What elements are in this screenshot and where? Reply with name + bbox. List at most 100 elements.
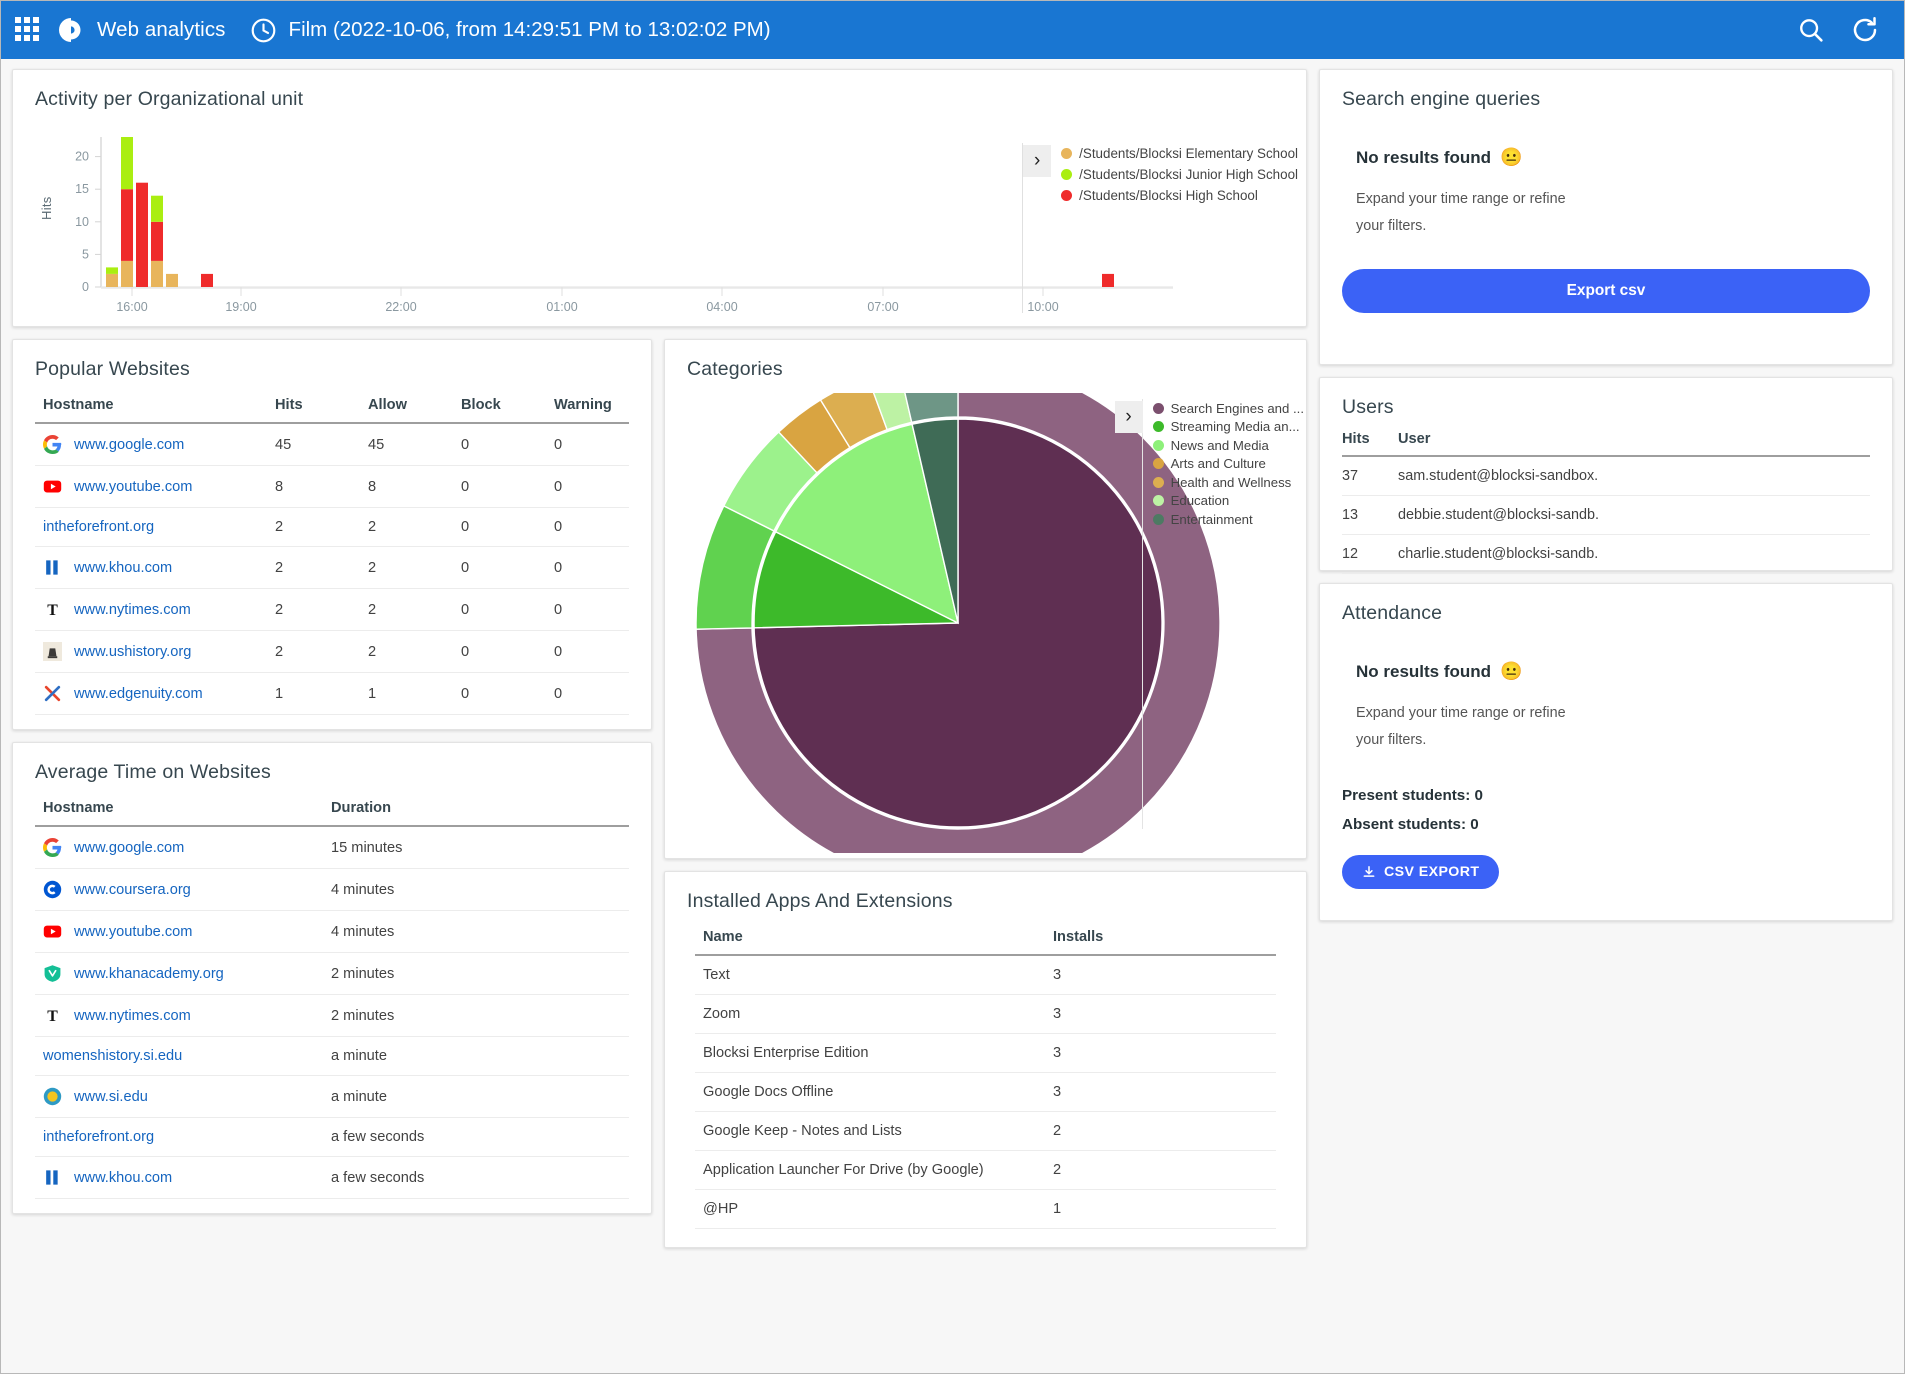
hostname-link[interactable]: www.khou.com <box>74 1170 172 1186</box>
export-csv-button[interactable]: Export csv <box>1342 269 1870 314</box>
legend-color-dot <box>1061 190 1073 201</box>
table-row[interactable]: www.youtube.com 4 minutes <box>35 910 629 953</box>
table-row[interactable]: Google Docs Offline 3 <box>695 1072 1276 1112</box>
cell-hits: 37 <box>1342 456 1398 496</box>
hostname-link[interactable]: intheforefront.org <box>43 519 154 535</box>
legend-item[interactable]: /Students/Blocksi Junior High School <box>1061 164 1298 185</box>
hostname-link[interactable]: www.youtube.com <box>74 924 192 940</box>
hostname-link[interactable]: womenshistory.si.edu <box>43 1048 182 1064</box>
hostname-link[interactable]: www.ushistory.org <box>74 644 191 660</box>
svg-text:15: 15 <box>75 182 89 196</box>
cell-warning: 0 <box>546 546 629 589</box>
table-row[interactable]: www.edgenuity.com 1 1 0 0 <box>35 672 629 715</box>
table-row[interactable]: T www.nytimes.com 2 2 0 0 <box>35 588 629 631</box>
hostname-link[interactable]: www.nytimes.com <box>74 602 191 618</box>
hostname-link[interactable]: intheforefront.org <box>43 1129 154 1145</box>
legend-item[interactable]: News and Media <box>1152 436 1304 455</box>
siedu-favicon <box>43 1087 62 1106</box>
table-row[interactable]: Text 3 <box>695 955 1276 995</box>
table-row[interactable]: Application Launcher For Drive (by Googl… <box>695 1150 1276 1190</box>
refresh-icon[interactable] <box>1848 13 1882 47</box>
legend-item[interactable]: /Students/Blocksi Elementary School <box>1061 143 1298 164</box>
table-row[interactable]: intheforefront.org 2 2 0 0 <box>35 507 629 547</box>
activity-legend-items: /Students/Blocksi Elementary School /Stu… <box>1051 143 1298 206</box>
col-block: Block <box>453 387 546 424</box>
table-row[interactable]: www.khanacademy.org 2 minutes <box>35 952 629 995</box>
cell-app-name: Text <box>695 955 1045 995</box>
cell-hits: 45 <box>267 423 360 466</box>
table-row[interactable]: 37 sam.student@blocksi-sandbox.... <box>1342 456 1870 496</box>
hostname-link[interactable]: www.khou.com <box>74 560 172 576</box>
hostname-link[interactable]: www.si.edu <box>74 1089 148 1105</box>
table-row[interactable]: Google Keep - Notes and Lists 2 <box>695 1111 1276 1151</box>
table-row[interactable]: www.coursera.org 4 minutes <box>35 868 629 911</box>
legend-color-dot <box>1152 513 1164 525</box>
search-icon[interactable] <box>1794 13 1828 47</box>
table-row[interactable]: www.khou.com a few seconds <box>35 1156 629 1199</box>
table-row[interactable]: www.khou.com 2 2 0 0 <box>35 546 629 589</box>
csv-export-button[interactable]: CSV EXPORT <box>1342 855 1500 890</box>
svg-text:0: 0 <box>82 280 89 294</box>
cell-block: 0 <box>453 546 546 589</box>
table-row[interactable]: www.google.com 15 minutes <box>35 826 629 869</box>
cell-installs: 2 <box>1045 1111 1276 1151</box>
activity-card-title: Activity per Organizational unit <box>35 88 304 110</box>
cell-user: debbie.student@blocksi-sandb... <box>1398 495 1870 535</box>
svg-text:T: T <box>47 1008 58 1025</box>
cell-allow: 1 <box>360 672 453 715</box>
legend-item[interactable]: Arts and Culture <box>1152 455 1304 474</box>
hostname-link[interactable]: www.coursera.org <box>74 882 191 898</box>
activity-per-ou-card: Activity per Organizational unit Hits 0 … <box>12 69 1307 327</box>
dashboard-body: Activity per Organizational unit Hits 0 … <box>1 59 1904 1373</box>
table-row[interactable]: 13 debbie.student@blocksi-sandb... <box>1342 495 1870 535</box>
hostname-link[interactable]: www.nytimes.com <box>74 1008 191 1024</box>
table-row[interactable]: www.si.edu a minute <box>35 1075 629 1118</box>
legend-item[interactable]: Search Engines and ... <box>1152 399 1304 418</box>
table-row[interactable]: Zoom 3 <box>695 994 1276 1034</box>
table-row[interactable]: 12 charlie.student@blocksi-sandb... <box>1342 534 1870 574</box>
cell-block: 0 <box>453 465 546 508</box>
table-row[interactable]: @HP 1 <box>695 1189 1276 1229</box>
left-tables-column: Popular Websites Hostname Hits Allow Blo… <box>12 327 652 1214</box>
activity-legend-expand-button[interactable]: › <box>1023 145 1052 177</box>
khanacademy-favicon <box>43 964 62 983</box>
legend-item[interactable]: /Students/Blocksi High School <box>1061 185 1298 206</box>
popular-websites-card: Popular Websites Hostname Hits Allow Blo… <box>12 339 652 730</box>
hostname-link[interactable]: www.youtube.com <box>74 479 192 495</box>
apps-grid-icon[interactable] <box>15 17 41 43</box>
legend-item[interactable]: Entertainment <box>1152 510 1304 529</box>
coursera-favicon <box>43 880 62 899</box>
cell-hits: 1 <box>267 672 360 715</box>
cell-hostname: www.google.com <box>35 826 323 869</box>
download-icon <box>1362 865 1376 879</box>
center-column: Categories › Search Engines and ... Stre… <box>664 327 1307 1248</box>
table-row[interactable]: T www.nytimes.com 2 minutes <box>35 994 629 1037</box>
blocksi-logo-icon <box>57 16 85 44</box>
ushistory-favicon <box>43 642 62 661</box>
cell-hostname: www.khou.com <box>35 546 267 589</box>
cell-app-name: Google Docs Offline <box>695 1072 1045 1112</box>
categories-legend-expand-button[interactable]: › <box>1114 401 1143 433</box>
activity-legend: › /Students/Blocksi Elementary School /S… <box>1022 143 1298 313</box>
legend-color-dot <box>1061 148 1073 159</box>
legend-label: Entertainment <box>1170 511 1253 527</box>
hostname-link[interactable]: www.google.com <box>74 437 184 453</box>
legend-item[interactable]: Education <box>1152 492 1304 511</box>
svg-text:10: 10 <box>75 215 89 229</box>
csv-export-label: CSV EXPORT <box>1384 864 1480 881</box>
legend-item[interactable]: Streaming Media an... <box>1152 418 1304 437</box>
table-header-row: Hits User <box>1342 423 1870 457</box>
table-row[interactable]: www.ushistory.org 2 2 0 0 <box>35 630 629 673</box>
table-row[interactable]: womenshistory.si.edu a minute <box>35 1036 629 1076</box>
cell-hostname: intheforefront.org <box>35 507 267 547</box>
hostname-link[interactable]: www.edgenuity.com <box>74 686 203 702</box>
installed-apps-table: Name Installs Text 3 Zoom 3 Blocksi Enterp… <box>695 919 1276 1229</box>
legend-item[interactable]: Health and Wellness <box>1152 473 1304 492</box>
table-row[interactable]: www.youtube.com 8 8 0 0 <box>35 465 629 508</box>
table-row[interactable]: www.google.com 45 45 0 0 <box>35 423 629 466</box>
hostname-link[interactable]: www.khanacademy.org <box>74 966 224 982</box>
hostname-link[interactable]: www.google.com <box>74 840 184 856</box>
search-queries-no-results: No results found 😐 <box>1356 147 1870 168</box>
table-row[interactable]: intheforefront.org a few seconds <box>35 1117 629 1157</box>
table-row[interactable]: Blocksi Enterprise Edition 3 <box>695 1033 1276 1073</box>
